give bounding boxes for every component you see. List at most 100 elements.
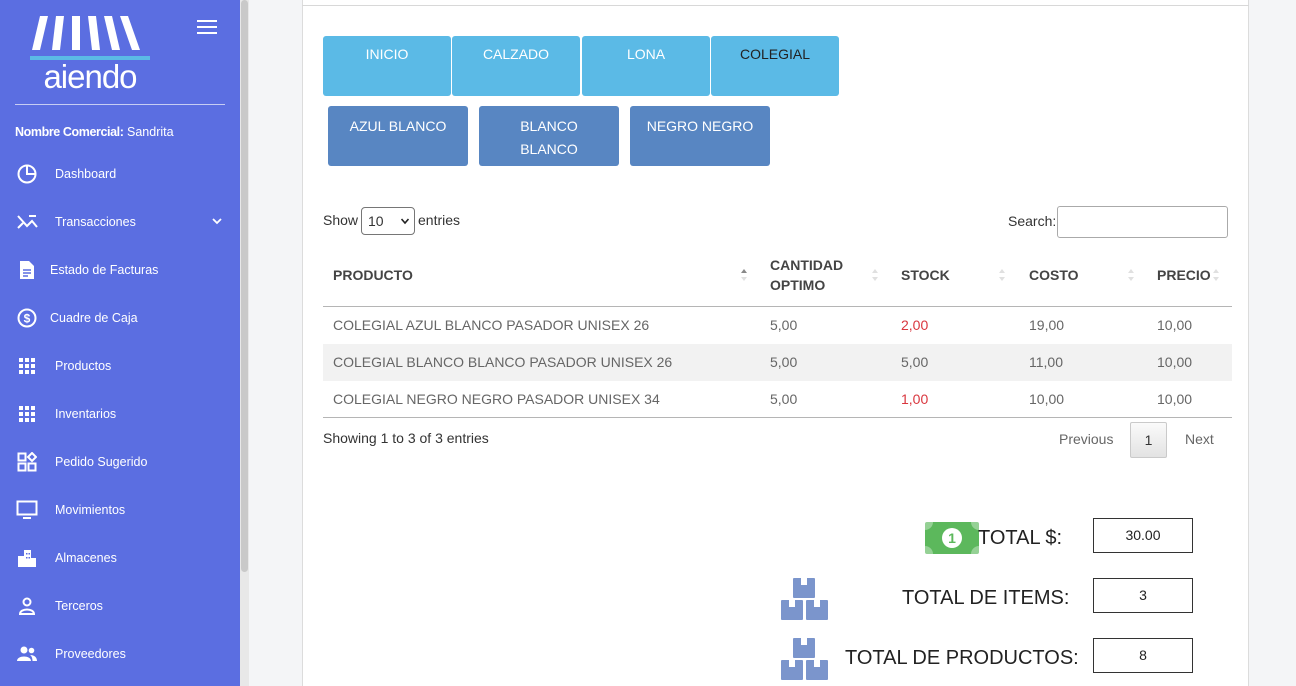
sidebar-item-inventarios[interactable]: Inventarios: [0, 392, 240, 436]
sidebar-item-label: Inventarios: [55, 407, 117, 421]
cell-producto: COLEGIAL AZUL BLANCO PASADOR UNISEX 26: [333, 317, 650, 333]
sort-icon[interactable]: [871, 268, 879, 282]
sidebar-item-productos[interactable]: Productos: [0, 344, 240, 388]
scrollbar-thumb[interactable]: [241, 0, 248, 572]
dollar-circle-icon: $: [16, 307, 38, 329]
cell-stock: 2,00: [901, 317, 929, 333]
awning-logo-icon: [30, 16, 150, 60]
page-length-select[interactable]: 10: [361, 207, 415, 235]
category-button-calzado[interactable]: CALZADO: [452, 36, 580, 96]
sort-icon[interactable]: [998, 268, 1006, 282]
cell-costo: 11,00: [1029, 354, 1063, 370]
money-bill-icon: 1: [925, 522, 979, 554]
sidebar-item-label: Movimientos: [55, 503, 126, 517]
grid-icon: [16, 403, 38, 425]
table-row[interactable]: COLEGIAL AZUL BLANCO PASADOR UNISEX 26 5…: [323, 307, 1232, 344]
pagination-next[interactable]: Next: [1185, 431, 1214, 447]
total-money-value: 30.00: [1093, 518, 1193, 553]
table-footer-divider: [323, 417, 1232, 418]
pagination-previous[interactable]: Previous: [1059, 431, 1113, 447]
subcategory-button-negro-negro[interactable]: NEGRO NEGRO: [630, 106, 770, 166]
column-header-costo[interactable]: COSTO: [1029, 265, 1079, 285]
sidebar-item-label: Estado de Facturas: [50, 263, 159, 277]
monitor-icon: [16, 499, 38, 521]
total-money-label: TOTAL $:: [978, 527, 1063, 549]
page-length-value: 10: [368, 213, 384, 229]
category-button-inicio[interactable]: INICIO: [323, 36, 451, 96]
column-header-producto[interactable]: PRODUCTO: [333, 265, 413, 285]
menu-toggle-icon[interactable]: [197, 20, 217, 36]
table-row[interactable]: COLEGIAL BLANCO BLANCO PASADOR UNISEX 26…: [323, 344, 1232, 381]
cell-precio: 10,00: [1157, 391, 1193, 407]
sidebar-item-terceros[interactable]: Terceros: [0, 584, 240, 628]
entries-label: entries: [418, 212, 461, 228]
sort-icon[interactable]: [1212, 268, 1220, 282]
sidebar-divider: [15, 104, 225, 105]
sort-icon[interactable]: [1127, 268, 1135, 282]
people-icon: [16, 643, 38, 665]
sidebar-item-label: Dashboard: [55, 167, 117, 181]
total-items-label: TOTAL DE ITEMS:: [902, 587, 1070, 609]
cell-precio: 10,00: [1157, 354, 1193, 370]
buildings-icon: [16, 547, 38, 569]
pagination-page-1[interactable]: 1: [1130, 422, 1167, 458]
cell-stock: 5,00: [901, 354, 929, 370]
sidebar-item-label: Cuadre de Caja: [50, 311, 138, 325]
search-label: Search:: [1008, 213, 1057, 229]
chevron-down-icon: [210, 214, 224, 228]
boxes-icon: [781, 578, 828, 620]
sidebar-item-label: Transacciones: [55, 215, 136, 229]
cell-cantidad: 5,00: [770, 317, 798, 333]
pie-chart-icon: [16, 163, 38, 185]
sidebar-item-estado-facturas[interactable]: Estado de Facturas: [0, 248, 240, 292]
sort-asc-icon[interactable]: [740, 268, 748, 282]
cell-cantidad: 5,00: [770, 391, 798, 407]
total-products-value: 8: [1093, 638, 1193, 673]
subcategory-button-blanco-blanco[interactable]: BLANCO BLANCO: [479, 106, 619, 166]
grid-icon: [16, 355, 38, 377]
show-label: Show: [323, 212, 359, 228]
cell-costo: 19,00: [1029, 317, 1065, 333]
person-icon: [16, 595, 38, 617]
sidebar: aiendo Nombre Comercial: Sandrita Dashbo…: [0, 0, 249, 686]
boxes-icon: [781, 638, 828, 680]
commercial-label: Nombre Comercial:: [15, 125, 124, 139]
search-input[interactable]: [1057, 206, 1228, 238]
sidebar-item-movimientos[interactable]: Movimientos: [0, 488, 240, 532]
svg-text:$: $: [24, 312, 31, 326]
total-products-label: TOTAL DE PRODUCTOS:: [845, 647, 1079, 669]
column-header-stock[interactable]: STOCK: [901, 265, 950, 285]
commercial-value: Sandrita: [127, 125, 174, 139]
column-header-precio[interactable]: PRECIO: [1157, 265, 1211, 285]
sidebar-item-label: Terceros: [55, 599, 103, 613]
cell-precio: 10,00: [1157, 317, 1193, 333]
sidebar-item-label: Productos: [55, 359, 112, 373]
cell-cantidad: 5,00: [770, 354, 798, 370]
logo: aiendo: [28, 14, 152, 95]
sidebar-item-almacenes[interactable]: Almacenes: [0, 536, 240, 580]
sidebar-item-label: Pedido Sugerido: [55, 455, 148, 469]
sidebar-scrollbar[interactable]: [240, 0, 249, 686]
sidebar-item-cuadre-caja[interactable]: $ Cuadre de Caja: [0, 296, 240, 340]
panel-divider: [302, 5, 1249, 6]
logo-text: aiendo: [43, 58, 137, 95]
subcategory-button-azul-blanco[interactable]: AZUL BLANCO: [328, 106, 468, 166]
sidebar-item-label: Proveedores: [55, 647, 126, 661]
cell-producto: COLEGIAL BLANCO BLANCO PASADOR UNISEX 26: [333, 354, 673, 370]
table-row[interactable]: COLEGIAL NEGRO NEGRO PASADOR UNISEX 34 5…: [323, 381, 1232, 418]
table-info: Showing 1 to 3 of 3 entries: [323, 430, 489, 446]
widgets-icon: [16, 451, 38, 473]
chevron-down-icon: [401, 218, 409, 225]
sidebar-item-proveedores[interactable]: Proveedores: [0, 632, 240, 676]
sidebar-item-dashboard[interactable]: Dashboard: [0, 152, 240, 196]
column-header-cantidad-optimo[interactable]: CANTIDAD OPTIMO: [770, 255, 870, 295]
category-button-lona[interactable]: LONA: [582, 36, 710, 96]
category-button-colegial[interactable]: COLEGIAL: [711, 36, 839, 96]
sidebar-item-transacciones[interactable]: Transacciones: [0, 200, 240, 244]
cell-costo: 10,00: [1029, 391, 1065, 407]
svg-text:1: 1: [948, 530, 956, 546]
commercial-name: Nombre Comercial: Sandrita: [15, 125, 174, 139]
transactions-icon: [16, 211, 38, 233]
sidebar-item-pedido-sugerido[interactable]: Pedido Sugerido: [0, 440, 240, 484]
sidebar-item-label: Almacenes: [55, 551, 117, 565]
